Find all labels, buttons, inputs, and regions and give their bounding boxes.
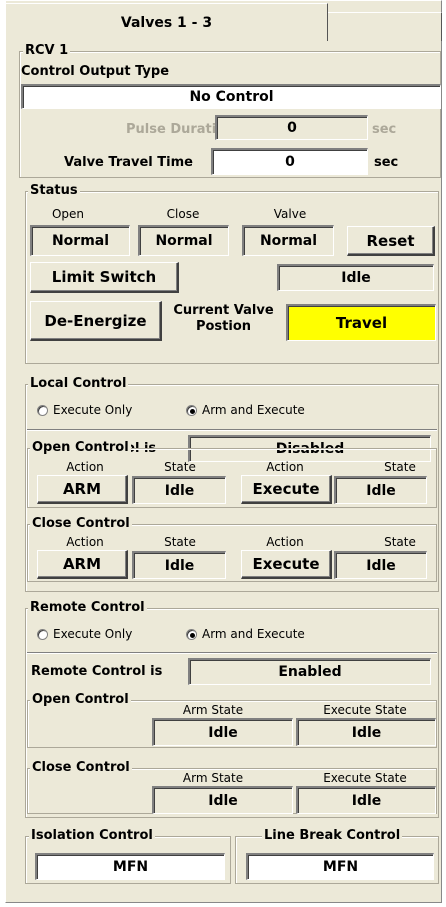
- remote-close-execute-state-label: Execute State: [323, 771, 407, 785]
- line-break-control-title: Line Break Control: [262, 828, 403, 843]
- local-open-arm-button[interactable]: ARM: [37, 475, 128, 504]
- current-valve-position-field: Travel: [286, 304, 436, 341]
- local-close-state-label-2: State: [384, 535, 416, 549]
- limit-switch-button[interactable]: Limit Switch: [30, 262, 179, 293]
- local-close-state-label-1: State: [164, 535, 196, 549]
- rcv-title: RCV 1: [23, 43, 71, 58]
- deenergize-button[interactable]: De-Energize: [30, 301, 162, 341]
- line-break-control-field[interactable]: MFN: [246, 853, 434, 880]
- local-radio-arm-execute[interactable]: [186, 405, 197, 416]
- valve-status-label: Valve: [273, 207, 307, 221]
- local-open-control-title: Open Control: [30, 440, 131, 455]
- remote-open-execute-state: Idle: [296, 718, 436, 746]
- local-open-action-label-1: Action: [66, 460, 104, 474]
- local-open-state-label-1: State: [164, 460, 196, 474]
- local-control-title: Local Control: [28, 376, 129, 391]
- remote-close-arm-state: Idle: [152, 786, 293, 814]
- local-close-execute-state: Idle: [334, 551, 427, 579]
- isolation-control-field[interactable]: MFN: [35, 853, 225, 880]
- valve-travel-time-unit: sec: [374, 155, 399, 170]
- valve-travel-time-field[interactable]: 0: [211, 148, 368, 175]
- remote-radio-arm-execute-label[interactable]: Arm and Execute: [202, 627, 305, 641]
- remote-close-control-title: Close Control: [30, 760, 132, 775]
- tab-valves-1-3[interactable]: Valves 1 - 3: [5, 3, 328, 41]
- remote-radio-execute-only[interactable]: [37, 629, 48, 640]
- local-radio-execute-only[interactable]: [37, 405, 48, 416]
- remote-control-is-field: Enabled: [188, 658, 431, 685]
- open-status-label: Open: [51, 207, 85, 221]
- remote-open-execute-state-label: Execute State: [323, 703, 407, 717]
- remote-close-arm-state-label: Arm State: [182, 771, 244, 785]
- status-title: Status: [28, 183, 80, 198]
- local-close-control-title: Close Control: [30, 516, 132, 531]
- close-status-field: Normal: [138, 225, 229, 256]
- valve-status-field: Normal: [242, 225, 334, 256]
- remote-separator: [27, 652, 437, 654]
- local-radio-execute-only-label[interactable]: Execute Only: [53, 403, 132, 417]
- local-open-state-label-2: State: [384, 460, 416, 474]
- pulse-duration-field[interactable]: 0: [215, 115, 368, 140]
- valve-travel-time-label: Valve Travel Time: [64, 155, 193, 170]
- tab-label: Valves 1 - 3: [120, 14, 213, 31]
- local-radio-arm-execute-label[interactable]: Arm and Execute: [202, 403, 305, 417]
- limit-state-field: Idle: [277, 264, 434, 291]
- remote-open-control-title: Open Control: [30, 692, 131, 707]
- remote-control-title: Remote Control: [28, 600, 147, 615]
- local-close-action-label-2: Action: [266, 535, 304, 549]
- local-close-action-label-1: Action: [66, 535, 104, 549]
- current-valve-label-line2: Postion: [195, 319, 252, 334]
- remote-control-is-label: Remote Control is: [31, 664, 163, 679]
- control-output-type-field[interactable]: No Control: [21, 84, 441, 109]
- remote-radio-execute-only-label[interactable]: Execute Only: [53, 627, 132, 641]
- local-open-action-label-2: Action: [266, 460, 304, 474]
- local-close-execute-button[interactable]: Execute: [241, 550, 332, 579]
- local-close-arm-button[interactable]: ARM: [37, 550, 128, 579]
- control-output-type-label: Control Output Type: [21, 64, 170, 79]
- tab-inactive[interactable]: [328, 12, 442, 41]
- open-status-field: Normal: [30, 225, 130, 256]
- pulse-duration-unit: sec: [372, 122, 397, 137]
- current-valve-label: Current Valve Postion: [170, 303, 277, 335]
- remote-open-arm-state: Idle: [152, 718, 293, 746]
- local-open-arm-state: Idle: [132, 476, 226, 504]
- isolation-control-title: Isolation Control: [29, 828, 155, 843]
- reset-button[interactable]: Reset: [347, 226, 435, 256]
- local-separator: [27, 429, 437, 431]
- remote-radio-arm-execute[interactable]: [186, 629, 197, 640]
- local-close-arm-state: Idle: [132, 551, 226, 579]
- local-open-execute-button[interactable]: Execute: [241, 475, 332, 504]
- remote-close-execute-state: Idle: [296, 786, 436, 814]
- remote-open-arm-state-label: Arm State: [182, 703, 244, 717]
- close-status-label: Close: [166, 207, 200, 221]
- local-open-execute-state: Idle: [334, 476, 427, 504]
- current-valve-label-line1: Current Valve: [173, 303, 274, 318]
